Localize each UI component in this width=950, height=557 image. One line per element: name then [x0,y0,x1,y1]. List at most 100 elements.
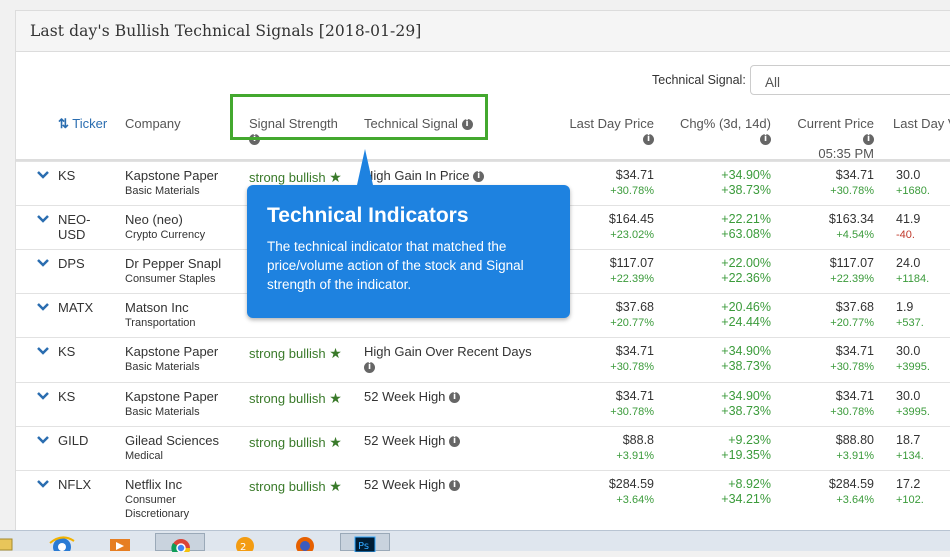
last-day-change: +20.77% [610,317,654,329]
current-change: +30.78% [830,361,874,373]
info-icon[interactable]: i [760,134,771,146]
ticker[interactable]: NFLX [58,477,91,492]
photoshop-icon[interactable]: Ps [340,533,390,553]
company-name[interactable]: Matson Inc [125,300,189,315]
folder-icon[interactable] [0,533,20,551]
company-sector: Medical [125,450,163,462]
table-row: NFLX Netflix Inc Consumer Discretionary stro… [16,470,950,525]
table-row: GILD Gilead Sciences Medical strong bullish… [16,426,950,471]
chg-14d: +38.73% [721,404,771,418]
ticker-header[interactable]: ⇅ Ticker [58,116,107,132]
volume-change: +537. [896,317,924,329]
expand-chevron-icon[interactable] [36,391,50,401]
technical-signal: 52 Week High i [364,477,461,492]
signal-strength: strong bullish ★ [249,390,342,406]
ticker[interactable]: NEO- [58,212,91,227]
info-icon[interactable]: i [643,134,654,146]
callout-title: Technical Indicators [267,204,469,227]
expand-chevron-icon[interactable] [36,435,50,445]
last-day-volume: 18.7 [896,433,921,447]
company-header[interactable]: Company [125,116,181,131]
company-name[interactable]: Kapstone Paper [125,389,218,404]
current-price: $34.71 [835,344,874,358]
ticker[interactable]: DPS [58,256,85,271]
info-icon[interactable]: i [473,171,485,183]
company-sector: Consumer [125,494,176,506]
chg-14d: +63.08% [721,227,771,241]
current-change: +30.78% [830,406,874,418]
info-icon[interactable]: i [449,392,461,404]
technical-signal-select[interactable]: All [750,65,950,95]
last-day-price: $88.8 [622,433,654,447]
expand-chevron-icon[interactable] [36,479,50,489]
chg-14d: +38.73% [721,183,771,197]
company-sector: Basic Materials [125,361,200,373]
chg-header[interactable]: Chg% (3d, 14d) i [661,116,771,146]
last-day-price: $34.71 [615,389,654,403]
company-name[interactable]: Neo (neo) [125,212,183,227]
ticker[interactable]: KS [58,389,75,404]
company-name[interactable]: Dr Pepper Snapl [125,256,221,271]
chg-14d: +34.21% [721,492,771,506]
company-sector: Crypto Currency [125,229,206,241]
media-player-icon[interactable] [100,533,150,551]
last-day-volume: 24.0 [896,256,921,270]
volume-change: -40. [896,229,915,241]
company-name[interactable]: Kapstone Paper [125,344,218,359]
technical-signal: High Gain Over Recent Days i [364,344,532,374]
current-change: +20.77% [830,317,874,329]
company-sector: Basic Materials [125,406,200,418]
ticker-line2[interactable]: USD [58,227,85,242]
chg-3d: +34.90% [721,168,771,182]
technical-signal: High Gain In Price i [364,168,485,183]
star-icon: ★ [329,169,342,185]
current-change: +3.91% [836,450,874,462]
current-price-header[interactable]: Current Price i 05:35 PM [776,116,874,161]
last-day-price-header[interactable]: Last Day Price i [546,116,654,146]
info-icon[interactable]: i [449,436,461,448]
filter-label: Technical Signal: [652,73,746,87]
ticker[interactable]: GILD [58,433,88,448]
expand-chevron-icon[interactable] [36,170,50,180]
info-icon[interactable]: i [449,480,461,492]
volume-change: +3995. [896,361,930,373]
last-day-volume: 30.0 [896,168,921,182]
expand-chevron-icon[interactable] [36,214,50,224]
ticker[interactable]: MATX [58,300,93,315]
expand-chevron-icon[interactable] [36,258,50,268]
volume-change: +102. [896,494,924,506]
internet-explorer-icon[interactable] [40,533,90,556]
expand-chevron-icon[interactable] [36,346,50,356]
company-name[interactable]: Netflix Inc [125,477,182,492]
last-day-volume: 30.0 [896,344,921,358]
ticker[interactable]: KS [58,344,75,359]
current-price: $34.71 [835,168,874,182]
company-name[interactable]: Gilead Sciences [125,433,219,448]
chg-3d: +22.00% [721,256,771,270]
last-day-volume: 41.9 [896,212,921,226]
ticker[interactable]: KS [58,168,75,183]
company-sector-line2: Discretionary [125,508,190,520]
taskbar: 2 Ps [0,530,950,557]
company-sector: Basic Materials [125,185,200,197]
info-icon[interactable]: i [364,362,375,374]
last-day-change: +30.78% [610,361,654,373]
last-day-change: +30.78% [610,406,654,418]
star-icon: ★ [329,434,342,450]
firefox-icon[interactable] [280,533,330,555]
svg-text:Ps: Ps [358,541,369,552]
info-icon[interactable]: i [863,134,874,146]
star-icon: ★ [329,390,342,406]
last-day-volume: 17.2 [896,477,921,491]
table-row: KS Kapstone Paper Basic Materials strong bu… [16,382,950,427]
last-day-price: $284.59 [608,477,654,491]
company-name[interactable]: Kapstone Paper [125,168,218,183]
chg-14d: +22.36% [721,271,771,285]
chrome-icon[interactable] [155,533,205,557]
last-day-volume-header[interactable]: Last Day V [893,116,950,131]
expand-chevron-icon[interactable] [36,302,50,312]
app-icon[interactable]: 2 [220,533,270,555]
last-day-volume: 30.0 [896,389,921,403]
callout-pointer [357,149,373,185]
current-price: $284.59 [828,477,874,491]
